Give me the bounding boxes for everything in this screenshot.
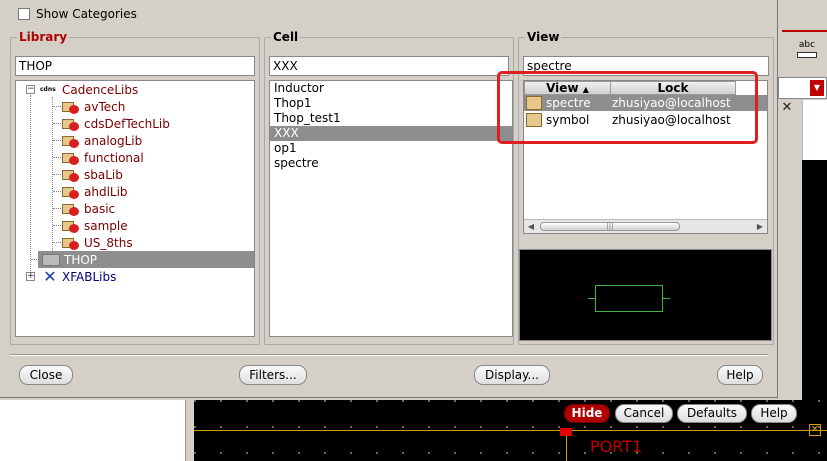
scroll-left-icon[interactable]: ◀ xyxy=(524,220,538,233)
show-categories-toggle[interactable]: Show Categories xyxy=(18,7,137,21)
separator xyxy=(10,354,768,356)
help-button[interactable]: Help xyxy=(717,365,763,385)
locked-library-icon xyxy=(62,202,80,216)
tree-item-analoglib[interactable]: analogLib xyxy=(62,132,142,149)
cds-icon: cdns xyxy=(40,85,56,93)
display-button[interactable]: Display... xyxy=(474,365,550,385)
close-button[interactable]: Close xyxy=(19,365,73,385)
tree-item-label: CadenceLibs xyxy=(62,82,139,97)
tree-item-label: ahdlLib xyxy=(84,184,128,199)
cell-item[interactable]: Inductor xyxy=(270,81,512,96)
tree-item-sbalib[interactable]: sbaLib xyxy=(62,166,123,183)
cell-item[interactable]: Thop1 xyxy=(270,96,512,111)
locked-library-icon xyxy=(62,151,80,165)
defaults-button[interactable]: Defaults xyxy=(677,404,747,423)
tree-item-label: sample xyxy=(84,218,128,233)
pin-marker xyxy=(560,428,572,436)
locked-library-icon xyxy=(62,185,80,199)
background-combo[interactable]: ▼ xyxy=(778,77,827,99)
text-tool-label: abc xyxy=(798,40,816,50)
locked-library-icon xyxy=(62,236,80,250)
tree-item-xfablibs[interactable]: ✕ XFABLibs xyxy=(42,268,116,285)
chevron-down-icon[interactable]: ▼ xyxy=(810,80,824,96)
text-tool-icon[interactable]: abc xyxy=(790,40,824,64)
tree-item-basic[interactable]: basic xyxy=(62,200,115,217)
scroll-thumb[interactable]: ||| xyxy=(540,222,680,231)
collapse-icon[interactable]: − xyxy=(26,85,35,94)
background-button-bar: Hide Cancel Defaults Help xyxy=(560,402,800,426)
locked-library-icon xyxy=(62,168,80,182)
tree-item-label: avTech xyxy=(84,99,126,114)
locked-library-icon xyxy=(62,100,80,114)
library-group: Library THOP − cdns CadenceLibs avTech c… xyxy=(10,29,260,345)
background-help-button[interactable]: Help xyxy=(751,404,797,423)
cell-filter-input[interactable]: XXX xyxy=(269,56,509,76)
cell-group: Cell XXX Inductor Thop1 Thop_test1 XXX o… xyxy=(264,29,514,345)
cell-item[interactable]: spectre xyxy=(270,156,512,171)
view-title: View xyxy=(525,29,562,45)
tree-item-sample[interactable]: sample xyxy=(62,217,128,234)
tree-item-label: cdsDefTechLib xyxy=(84,116,170,131)
tree-item-cdsdeftechlib[interactable]: cdsDefTechLib xyxy=(62,115,170,132)
library-browser-dialog: Show Categories Library THOP − cdns Cade… xyxy=(0,0,778,398)
cancel-button[interactable]: Cancel xyxy=(615,404,673,423)
locked-library-icon xyxy=(62,117,80,131)
tree-item-label: XFABLibs xyxy=(62,269,117,284)
background-accent-line xyxy=(782,30,827,32)
cell-item-selected[interactable]: XXX xyxy=(270,126,512,141)
cell-item[interactable]: Thop_test1 xyxy=(270,111,512,126)
port-label: PORT1 xyxy=(590,437,643,456)
library-filter-input[interactable]: THOP xyxy=(15,56,255,76)
close-icon[interactable]: ✕ xyxy=(780,101,794,115)
tree-item-avtech[interactable]: avTech xyxy=(62,98,125,115)
symbol-shape xyxy=(595,285,663,312)
symbol-preview xyxy=(519,249,772,341)
cell-item[interactable]: op1 xyxy=(270,141,512,156)
tree-item-label: analogLib xyxy=(84,133,143,148)
background-left-panel xyxy=(0,400,186,461)
tree-item-label: functional xyxy=(84,150,144,165)
hide-button[interactable]: Hide xyxy=(564,404,610,423)
library-title: Library xyxy=(17,29,70,45)
tree-item-thop[interactable]: THOP xyxy=(42,251,97,268)
xfab-icon: ✕ xyxy=(43,266,57,286)
locked-library-icon xyxy=(62,134,80,148)
show-categories-label: Show Categories xyxy=(36,7,137,21)
cross-marker-icon: ✕ xyxy=(809,424,821,436)
tree-item-label: THOP xyxy=(64,252,98,267)
tree-item-label: US_8ths xyxy=(84,235,133,250)
horizontal-scrollbar[interactable]: ◀ ||| ▶ xyxy=(524,219,767,233)
locked-library-icon xyxy=(62,219,80,233)
cell-list[interactable]: Inductor Thop1 Thop_test1 XXX op1 spectr… xyxy=(269,80,513,337)
tree-item-label: sbaLib xyxy=(84,167,123,182)
cell-title: Cell xyxy=(271,29,301,45)
tree-item-cadencelibs[interactable]: cdns CadenceLibs xyxy=(40,81,138,98)
scroll-right-icon[interactable]: ▶ xyxy=(753,220,767,233)
annotation-highlight-box xyxy=(497,71,758,144)
show-categories-checkbox[interactable] xyxy=(18,8,30,20)
tree-item-us-8ths[interactable]: US_8ths xyxy=(62,234,133,251)
library-tree[interactable]: − cdns CadenceLibs avTech cdsDefTechLib … xyxy=(15,80,255,337)
tree-item-label: basic xyxy=(84,201,116,216)
expand-icon[interactable]: + xyxy=(26,272,35,281)
tree-item-ahdllib[interactable]: ahdlLib xyxy=(62,183,128,200)
filters-button[interactable]: Filters... xyxy=(239,365,307,385)
tree-item-functional[interactable]: functional xyxy=(62,149,144,166)
library-icon xyxy=(42,253,60,266)
background-canvas-strip xyxy=(802,160,827,400)
